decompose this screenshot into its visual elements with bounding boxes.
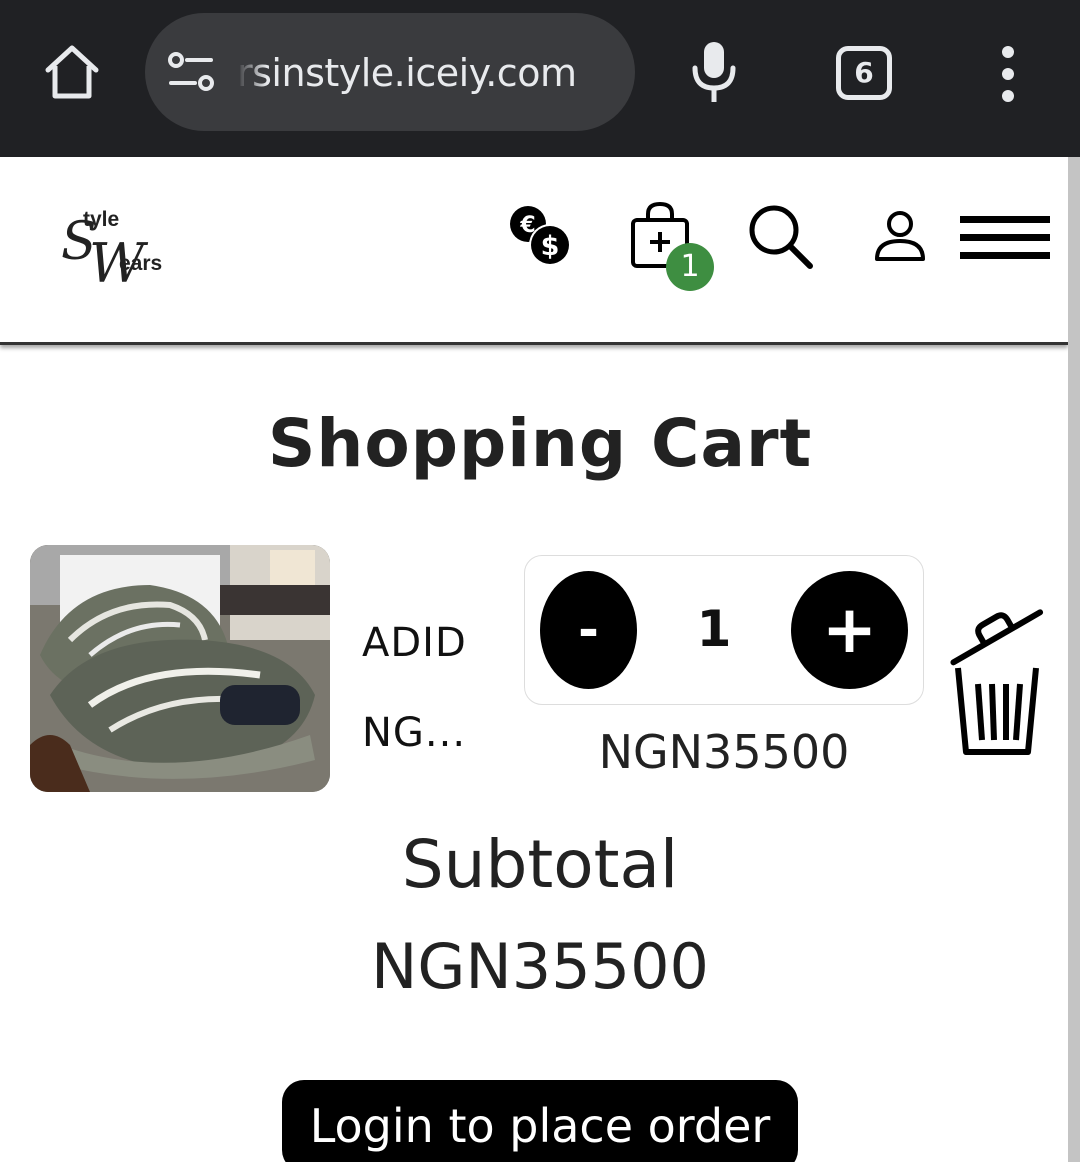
currency-icon[interactable]: € $ [508, 204, 574, 270]
subtotal-label: Subtotal [401, 826, 679, 903]
logo-bottom-text: ears [119, 252, 163, 275]
quantity-value: 1 [696, 600, 732, 658]
increase-quantity-button[interactable]: + [791, 571, 908, 689]
site-logo[interactable]: S tyle W ears [55, 202, 170, 297]
login-to-order-button[interactable]: Login to place order [282, 1080, 798, 1162]
menu-icon[interactable] [958, 214, 1052, 262]
svg-text:$: $ [541, 231, 560, 262]
product-name[interactable]: ADID NG... [362, 598, 502, 758]
trash-icon[interactable] [940, 592, 1052, 762]
cart-count-badge: 1 [666, 243, 714, 291]
logo-top-text: tyle [83, 208, 120, 231]
url-text[interactable]: rsinstyle.iceiy.com [237, 43, 617, 103]
page-title: Shopping Cart [267, 405, 813, 482]
product-thumbnail[interactable] [30, 545, 330, 792]
home-icon[interactable] [42, 42, 102, 102]
decrease-quantity-button[interactable]: - [540, 571, 637, 689]
page-scrollbar[interactable] [1068, 157, 1080, 1162]
site-settings-icon[interactable] [167, 51, 215, 93]
microphone-icon[interactable] [690, 40, 738, 104]
tab-switcher-button[interactable]: 6 [836, 46, 892, 100]
browser-toolbar: rsinstyle.iceiy.com 6 [0, 0, 1080, 157]
subtotal-value: NGN35500 [370, 930, 710, 1003]
address-bar[interactable]: rsinstyle.iceiy.com [145, 13, 635, 131]
item-price: NGN35500 [598, 725, 850, 779]
search-icon[interactable] [746, 202, 814, 270]
more-options-icon[interactable] [994, 46, 1022, 102]
site-header: S tyle W ears € $ 1 [0, 157, 1068, 345]
account-icon[interactable] [874, 211, 926, 263]
